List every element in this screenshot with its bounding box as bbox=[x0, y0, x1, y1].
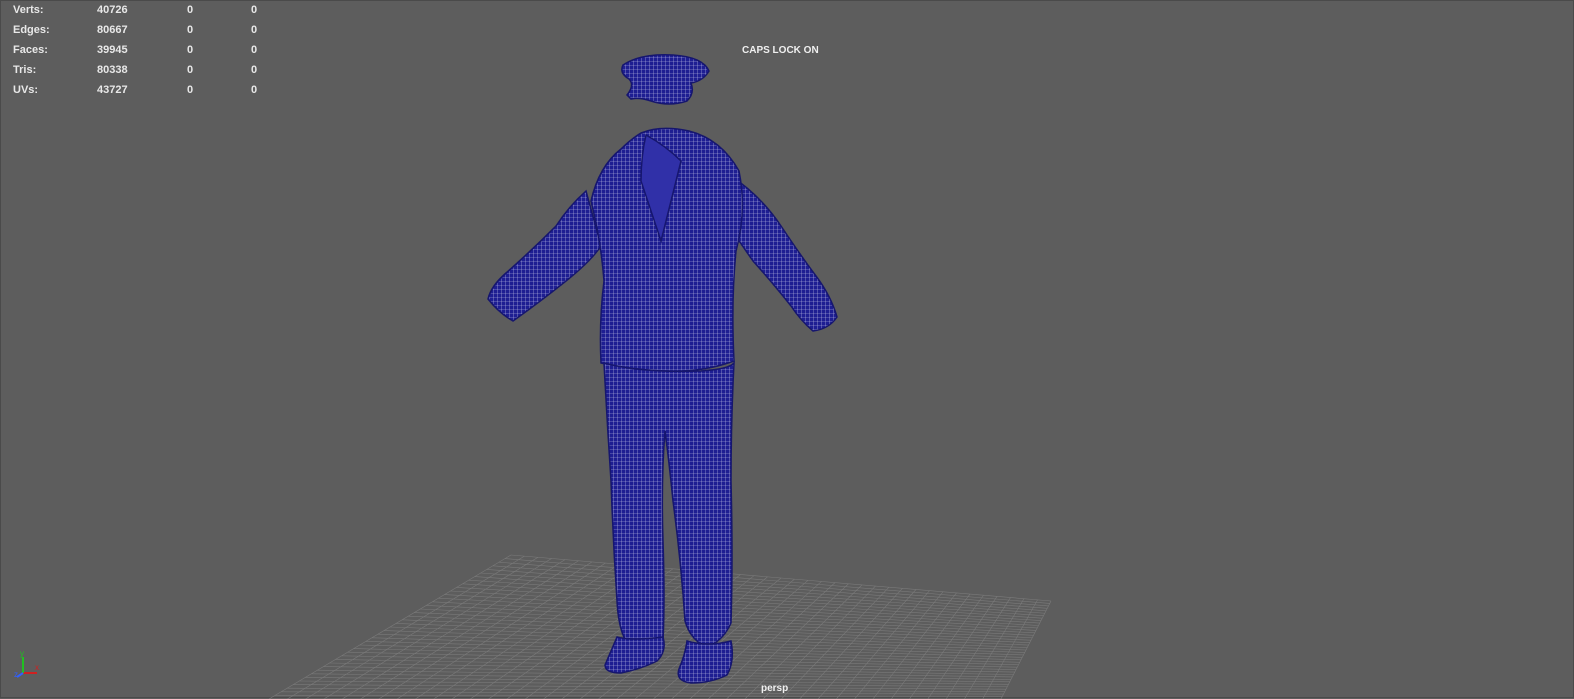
hud-value: 0 bbox=[251, 84, 257, 97]
hud-label: Edges: bbox=[13, 24, 50, 37]
perspective-viewport[interactable]: x y z Verts: 40726 0 0 Edges: 80667 0 0 Faces: 39… bbox=[0, 0, 1574, 698]
grid-line bbox=[281, 692, 1003, 694]
caps-lock-indicator: CAPS LOCK ON bbox=[742, 45, 819, 56]
hud-value: 0 bbox=[251, 24, 257, 37]
camera-name-label: persp bbox=[761, 683, 788, 694]
hud-label: Faces: bbox=[13, 44, 48, 57]
axis-z-label: z bbox=[14, 670, 18, 679]
hud-row: Verts: 40726 0 0 bbox=[13, 4, 273, 24]
cap-mesh bbox=[622, 55, 709, 104]
axis-gizmo: x y z bbox=[14, 649, 39, 679]
hud-value: 0 bbox=[251, 64, 257, 77]
hud-value: 0 bbox=[187, 4, 193, 17]
hud-value: 0 bbox=[251, 44, 257, 57]
scene-canvas[interactable]: x y z bbox=[1, 1, 1574, 699]
hud-row: UVs: 43727 0 0 bbox=[13, 84, 273, 104]
hud-value: 0 bbox=[187, 64, 193, 77]
hud-value: 80667 bbox=[97, 24, 128, 37]
hud-label: UVs: bbox=[13, 84, 38, 97]
hud-value: 80338 bbox=[97, 64, 128, 77]
hud-row: Tris: 80338 0 0 bbox=[13, 64, 273, 84]
hud-value: 0 bbox=[187, 84, 193, 97]
hud-value: 0 bbox=[187, 44, 193, 57]
axis-x-label: x bbox=[35, 663, 39, 672]
right-shoe-mesh bbox=[678, 641, 732, 683]
hud-row: Edges: 80667 0 0 bbox=[13, 24, 273, 44]
grid-line bbox=[299, 681, 1007, 687]
axis-y-label: y bbox=[20, 649, 24, 658]
poly-count-hud: Verts:4072600Edges:8066700Faces:3994500T… bbox=[13, 4, 273, 104]
right-sleeve-mesh bbox=[729, 176, 837, 331]
hud-row: Faces: 39945 0 0 bbox=[13, 44, 273, 64]
left-sleeve-mesh bbox=[488, 191, 601, 321]
hud-value: 39945 bbox=[97, 44, 128, 57]
hud-value: 40726 bbox=[97, 4, 128, 17]
trousers-mesh bbox=[604, 363, 734, 651]
hud-label: Tris: bbox=[13, 64, 36, 77]
hud-value: 0 bbox=[187, 24, 193, 37]
hud-value: 43727 bbox=[97, 84, 128, 97]
hud-label: Verts: bbox=[13, 4, 44, 17]
hud-value: 0 bbox=[251, 4, 257, 17]
